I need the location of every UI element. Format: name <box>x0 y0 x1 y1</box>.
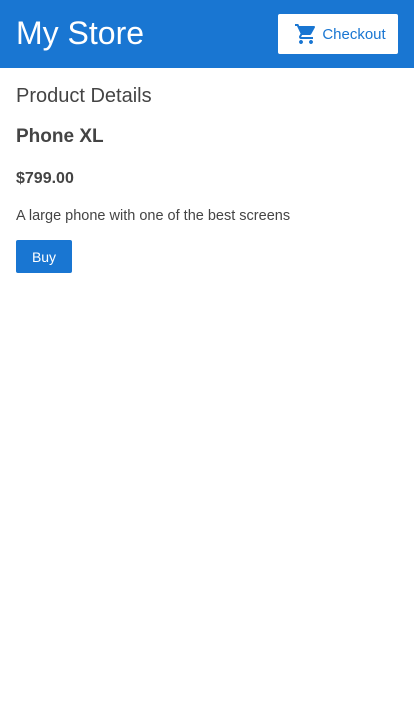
buy-button[interactable]: Buy <box>16 240 72 273</box>
checkout-label: Checkout <box>322 25 386 43</box>
top-bar: My Store Checkout <box>0 0 414 68</box>
product-description: A large phone with one of the best scree… <box>16 208 291 224</box>
checkout-button[interactable]: Checkout <box>278 14 398 54</box>
shopping-cart-icon <box>294 22 318 46</box>
app-title-link[interactable]: My Store <box>16 17 144 49</box>
page-title: Product Details <box>16 85 152 107</box>
product-price: $799.00 <box>16 170 74 187</box>
product-name: Phone XL <box>16 126 104 147</box>
